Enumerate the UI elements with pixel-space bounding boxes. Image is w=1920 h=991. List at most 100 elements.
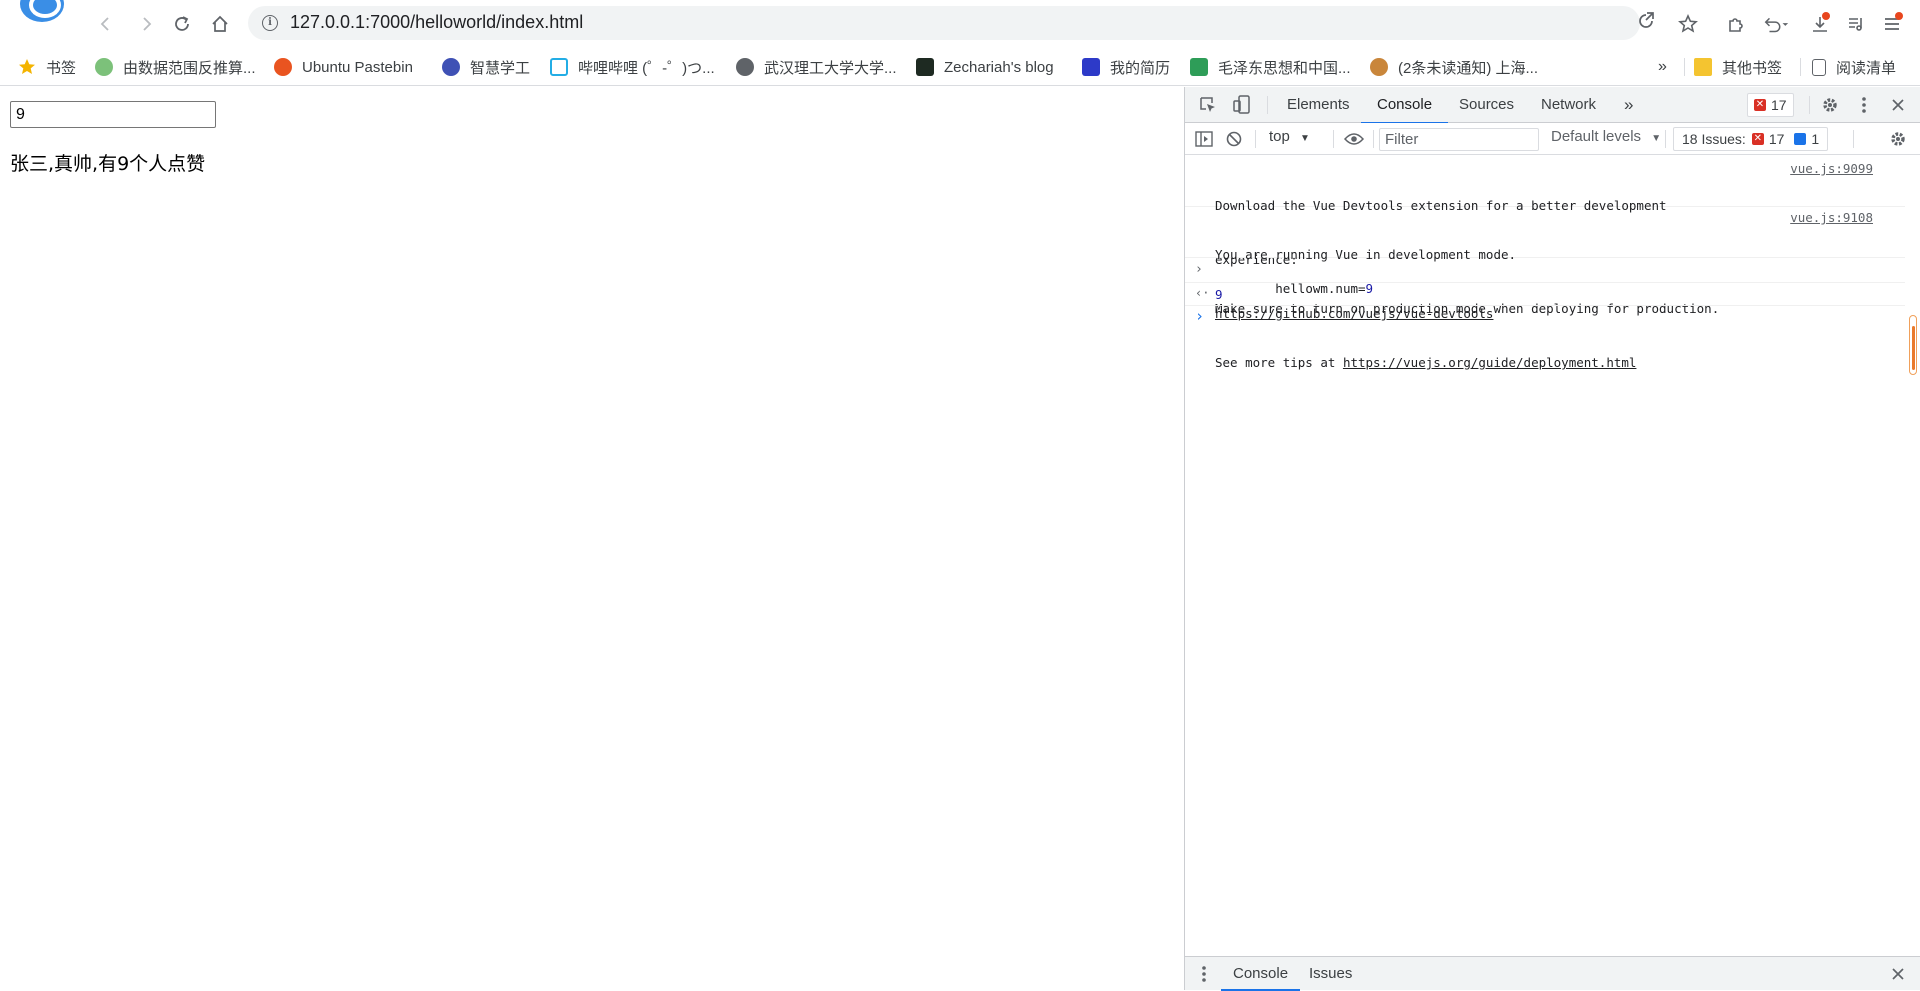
- back-icon[interactable]: [92, 10, 120, 38]
- bookmarks-divider: [1800, 58, 1801, 76]
- devtools-drawer-tabbar: Console Issues: [1185, 956, 1920, 991]
- dropdown-caret-icon: ▼: [1651, 133, 1662, 144]
- live-expression-eye-icon[interactable]: [1341, 126, 1367, 152]
- console-filter-bar: top ▼ Default levels ▼ 18 Issues: ✕ 17 1: [1185, 123, 1920, 155]
- message-link[interactable]: https://vuejs.org/guide/deployment.html: [1343, 355, 1637, 370]
- bilibili-icon: [550, 58, 568, 76]
- bookmark-item[interactable]: 智慧学工: [442, 57, 530, 77]
- console-scrollbar[interactable]: [1909, 315, 1917, 375]
- customize-menu-icon[interactable]: [1851, 92, 1877, 118]
- tab-sources[interactable]: Sources: [1457, 87, 1516, 123]
- other-bookmarks-folder[interactable]: 其他书签: [1694, 57, 1782, 77]
- message-source-link[interactable]: vue.js:9099: [1790, 161, 1873, 176]
- download-badge-dot: [1822, 12, 1830, 20]
- bookmark-star-icon[interactable]: [1674, 10, 1702, 38]
- browser-logo-icon: [20, 0, 64, 22]
- site-favicon-icon: [736, 58, 754, 76]
- media-control-icon[interactable]: [1842, 10, 1870, 38]
- page-viewport: 张三,真帅,有9个人点赞: [0, 87, 1184, 990]
- dropdown-caret-icon: ▼: [1300, 133, 1310, 144]
- menu-badge-dot: [1895, 12, 1903, 20]
- error-icon: ✕: [1754, 99, 1766, 111]
- bookmark-item[interactable]: 我的简历: [1082, 57, 1170, 77]
- console-input-entry: › hellowm.num=9: [1185, 259, 1905, 296]
- levels-value: Default levels: [1551, 128, 1642, 145]
- bookmark-item[interactable]: 由数据范围反推算...: [95, 57, 256, 77]
- error-count-badge[interactable]: ✕ 17: [1747, 93, 1794, 117]
- filter-divider: [1373, 130, 1374, 148]
- reading-list-button[interactable]: 阅读清单: [1812, 57, 1896, 77]
- inspect-element-icon[interactable]: [1195, 92, 1221, 118]
- filter-input[interactable]: [1379, 128, 1539, 151]
- bookmark-label: 毛泽东思想和中国...: [1218, 59, 1351, 77]
- drawer-menu-icon[interactable]: [1191, 961, 1217, 987]
- error-count: 17: [1771, 97, 1787, 113]
- devtools-panel: Elements Console Sources Network » ✕ 17 …: [1184, 87, 1920, 991]
- bookmark-label: 阅读清单: [1836, 59, 1897, 77]
- info-message-icon: [1794, 133, 1807, 145]
- like-count-text: 张三,真帅,有9个人点赞: [10, 153, 206, 175]
- url-text[interactable]: 127.0.0.1:7000/helloworld/index.html: [290, 12, 583, 33]
- bookmark-label: Ubuntu Pastebin: [302, 58, 413, 76]
- settings-gear-icon[interactable]: [1817, 92, 1843, 118]
- forward-icon[interactable]: [132, 10, 160, 38]
- close-drawer-icon[interactable]: [1885, 961, 1911, 987]
- bookmarks-bar: 书签 由数据范围反推算... Ubuntu Pastebin 智慧学工 哔哩哔哩…: [0, 48, 1920, 86]
- console-settings-gear-icon[interactable]: [1885, 126, 1911, 152]
- more-tabs-button[interactable]: »: [1622, 87, 1635, 123]
- bookmark-item[interactable]: 毛泽东思想和中国...: [1190, 57, 1351, 77]
- filter-divider: [1665, 130, 1666, 148]
- browser-toolbar: i 127.0.0.1:7000/helloworld/index.html: [0, 0, 1920, 48]
- site-favicon-icon: [1370, 58, 1388, 76]
- console-output[interactable]: Download the Vue Devtools extension for …: [1185, 155, 1920, 935]
- console-message: You are running Vue in development mode.…: [1185, 208, 1905, 370]
- tab-network[interactable]: Network: [1539, 87, 1598, 123]
- reading-list-icon: [1812, 58, 1826, 76]
- context-value: top: [1269, 128, 1290, 145]
- share-icon[interactable]: [1636, 11, 1656, 36]
- log-levels-select[interactable]: Default levels ▼: [1551, 128, 1661, 145]
- issues-count-button[interactable]: 18 Issues: ✕ 17 1: [1673, 127, 1829, 151]
- bookmark-item[interactable]: Ubuntu Pastebin: [274, 57, 413, 77]
- sidebar-toggle-icon[interactable]: [1191, 126, 1217, 152]
- bookmark-label: Zechariah's blog: [944, 58, 1054, 76]
- close-devtools-icon[interactable]: [1885, 92, 1911, 118]
- site-info-icon[interactable]: i: [262, 15, 278, 31]
- result-arrow-icon: ‹·: [1195, 286, 1210, 300]
- bookmark-label: (2条未读通知) 上海...: [1398, 59, 1539, 77]
- tab-elements[interactable]: Elements: [1285, 87, 1352, 123]
- tab-console[interactable]: Console: [1360, 87, 1449, 124]
- issues-info-count: 1: [1811, 131, 1820, 147]
- console-prompt-icon[interactable]: ›: [1195, 307, 1204, 325]
- message-source-link[interactable]: vue.js:9108: [1790, 210, 1873, 225]
- num-input[interactable]: [10, 101, 216, 128]
- site-favicon-icon: [442, 58, 460, 76]
- site-favicon-icon: [1190, 58, 1208, 76]
- home-icon[interactable]: [206, 10, 234, 38]
- bookmarks-overflow-button[interactable]: »: [1658, 57, 1667, 77]
- message-line: See more tips at: [1215, 355, 1343, 370]
- bookmark-label: 智慧学工: [470, 59, 531, 77]
- address-bar[interactable]: i 127.0.0.1:7000/helloworld/index.html: [248, 6, 1654, 40]
- bookmark-item[interactable]: Zechariah's blog: [916, 57, 1054, 77]
- devtools-tabbar: Elements Console Sources Network » ✕ 17: [1185, 87, 1920, 124]
- filter-divider: [1853, 130, 1854, 148]
- site-favicon-icon: [95, 58, 113, 76]
- extensions-icon[interactable]: [1722, 10, 1750, 38]
- reload-icon[interactable]: [168, 10, 196, 38]
- bookmark-label: 其他书签: [1722, 59, 1783, 77]
- bookmarks-divider: [1684, 58, 1685, 76]
- bookmark-item[interactable]: 武汉理工大学大学...: [736, 57, 897, 77]
- clear-console-icon[interactable]: [1221, 126, 1247, 152]
- bookmark-item[interactable]: (2条未读通知) 上海...: [1370, 57, 1538, 77]
- undo-menu-icon[interactable]: [1762, 10, 1790, 38]
- drawer-tab-console[interactable]: Console: [1220, 957, 1301, 991]
- device-toolbar-icon[interactable]: [1229, 92, 1255, 118]
- bookmark-label: 武汉理工大学大学...: [764, 59, 897, 77]
- context-select[interactable]: top ▼: [1269, 128, 1310, 145]
- site-favicon-icon: [1082, 58, 1100, 76]
- drawer-tab-issues[interactable]: Issues: [1309, 957, 1352, 991]
- star-icon: [18, 58, 36, 76]
- bookmark-item[interactable]: 书签: [18, 57, 76, 77]
- bookmark-item[interactable]: 哔哩哔哩 (゜-゜)つ...: [550, 57, 715, 77]
